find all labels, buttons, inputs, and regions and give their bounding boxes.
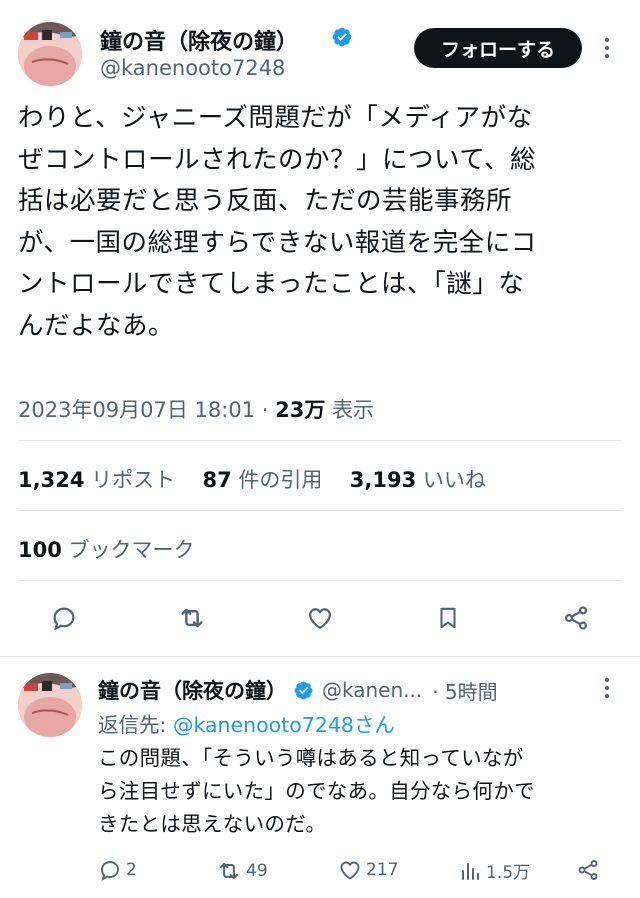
like-icon [308, 608, 332, 630]
author-avatar[interactable] [18, 22, 82, 86]
author-name[interactable]: 鐘の音（除夜の鐘） [100, 24, 298, 56]
thread-separator [0, 656, 640, 657]
like-count: 217 [366, 860, 399, 880]
verified-badge-icon [331, 26, 353, 52]
tweet-line: わりと、ジャニーズ問題だが「メディアがな [18, 103, 533, 133]
share-button[interactable] [556, 598, 596, 638]
share-icon [578, 860, 598, 880]
views-count: 1.5万 [486, 863, 531, 883]
reply-author-avatar[interactable] [18, 673, 82, 737]
reply-reply-button[interactable]: 2 [98, 858, 137, 882]
tweet-line: ントロールできてしまったことは、「謎」な [18, 269, 525, 299]
bookmark-icon [440, 607, 456, 629]
reply-text: この問題、「そういう噂はあると知っていなが ら注目せずにいた」のでなあ。自分なら… [98, 742, 628, 841]
divider [18, 580, 622, 581]
bookmarks-stat[interactable]: 100 ブックマーク [18, 534, 195, 564]
reply-repost-button[interactable]: 49 [216, 858, 268, 884]
tweet-meta: 2023年09月07日 18:01 · 23万 表示 [18, 398, 375, 422]
reply-count: 2 [126, 860, 137, 880]
views-count: 23万 [275, 398, 326, 422]
reply-line: ら注目せずにいた」のでなあ。自分なら何かで [98, 779, 535, 803]
quotes-stat[interactable]: 87 件の引用 [203, 468, 323, 492]
reply-button[interactable] [44, 598, 84, 638]
more-icon[interactable] [600, 36, 614, 64]
tweet-line: ぜコントロールされたのか？」について、総 [18, 144, 536, 175]
repost-icon [181, 608, 203, 628]
reply-share-button[interactable] [576, 858, 600, 882]
reply-icon [101, 861, 119, 881]
repost-icon [219, 862, 239, 880]
reply-like-button[interactable]: 217 [338, 858, 398, 882]
like-button[interactable] [300, 598, 340, 638]
reply-views-button[interactable]: 1.5万 [458, 858, 530, 883]
views-label: 表示 [332, 398, 375, 422]
reposts-stat[interactable]: 1,324 リポスト [18, 468, 175, 492]
reply-icon [53, 607, 75, 631]
tweet-line: んだよなあ。 [18, 310, 175, 341]
verified-badge-icon [293, 680, 314, 701]
like-icon [340, 861, 360, 880]
reply-line: きたとは思えないのだ。 [98, 812, 327, 836]
engagement-stats: 1,324 リポスト 87 件の引用 3,193 いいね [18, 464, 486, 494]
divider [18, 510, 622, 511]
repost-button[interactable] [172, 598, 212, 638]
likes-stat[interactable]: 3,193 いいね [350, 468, 486, 492]
reply-time[interactable]: · 5時間 [432, 676, 497, 705]
views-icon [462, 862, 479, 880]
repost-count: 49 [246, 861, 268, 881]
tweet-line: が、一国の総理すらできない報道を完全にコ [18, 227, 537, 258]
divider [18, 440, 622, 441]
reply-to-line: 返信先: @kanenooto7248さん [98, 708, 395, 738]
reply-line: この問題、「そういう噂はあると知っていなが [98, 746, 524, 770]
follow-button[interactable]: フォローする [414, 28, 582, 68]
tweet-timestamp[interactable]: 2023年09月07日 18:01 [18, 398, 255, 422]
bookmark-button[interactable] [428, 598, 468, 638]
author-handle[interactable]: @kanenooto7248 [100, 56, 285, 80]
tweet-text: わりと、ジャニーズ問題だが「メディアがな ぜコントロールされたのか？」について、… [18, 98, 622, 347]
reply-to-handle[interactable]: @kanenooto7248さん [173, 713, 395, 737]
more-icon[interactable] [600, 676, 614, 704]
reply-header: 鐘の音（除夜の鐘） @kanen... · 5時間 [98, 675, 498, 705]
tweet-line: 括は必要だと思う反面、ただの芸能事務所 [18, 186, 513, 216]
reply-author-name[interactable]: 鐘の音（除夜の鐘） [98, 675, 287, 705]
reply-author-handle[interactable]: @kanen... [322, 678, 422, 702]
share-icon [564, 606, 588, 630]
reply-to-prefix: 返信先: [98, 713, 173, 737]
